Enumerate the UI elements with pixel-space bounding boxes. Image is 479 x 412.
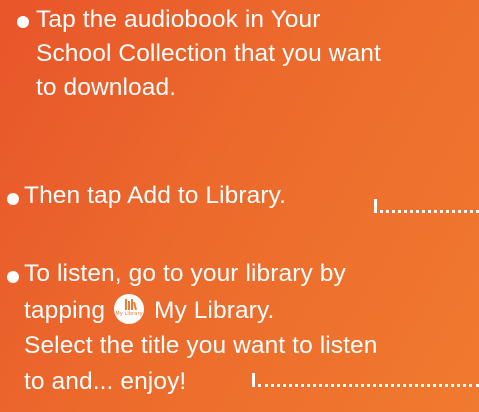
step-text-segment: My Library. [153, 297, 275, 324]
step-text-line: Select the title you want to listen [24, 332, 378, 359]
bullet-dot [17, 16, 29, 28]
step-text-segment: tapping [24, 297, 106, 324]
dotted-pointer-line [252, 373, 479, 387]
step-text-line: Then tap Add to Library. [24, 182, 287, 209]
dotted-pointer-line [374, 199, 479, 213]
step-text-line: Tap the audiobook in Your [36, 6, 321, 33]
my-library-icon-caption: My Library [115, 311, 143, 317]
step-text-line: To listen, go to your library by [24, 260, 346, 287]
instruction-list: Tap the audiobook in Your School Collect… [0, 0, 479, 412]
my-library-icon: My Library [114, 294, 145, 324]
step-text-line: tapping My Library My Library. [24, 294, 274, 326]
step-text-line: to and... enjoy! [24, 368, 187, 395]
step-text-line: to download. [36, 74, 177, 101]
step-text-line: School Collection that you want [36, 40, 381, 67]
bullet-dot [7, 193, 19, 205]
bullet-dot [7, 271, 19, 283]
